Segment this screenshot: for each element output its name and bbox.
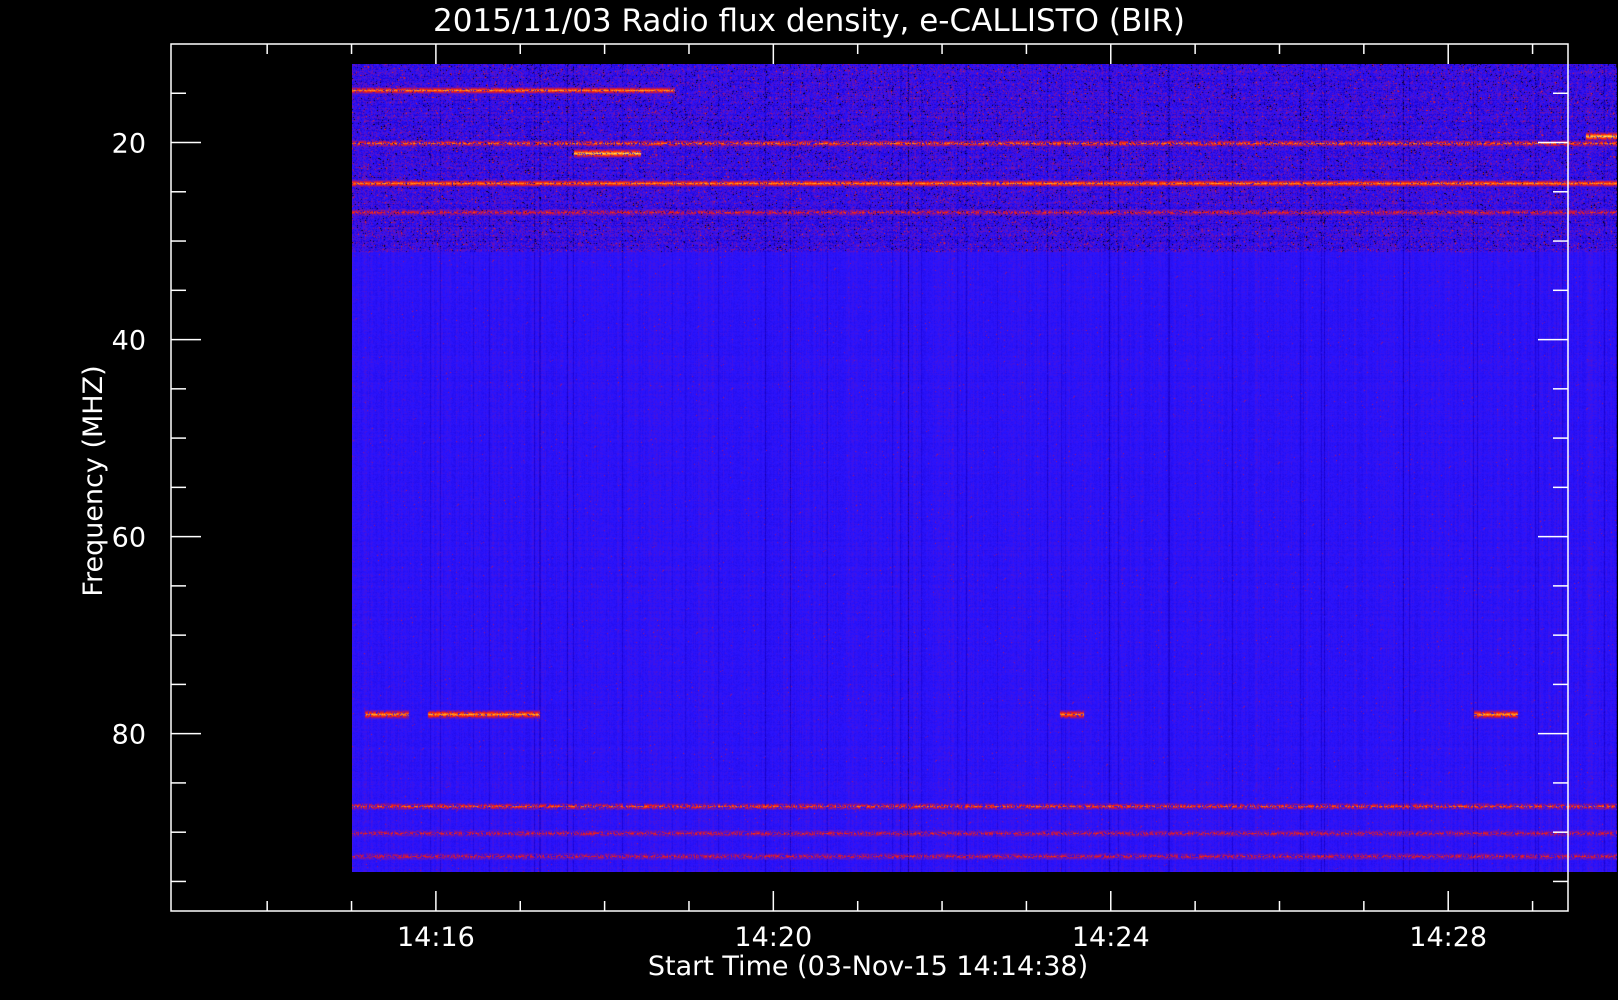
plot-area [170,43,1617,912]
chart-title: 2015/11/03 Radio flux density, e-CALLIST… [433,3,1185,39]
spectrogram-image [352,64,1617,872]
y-axis-label: Frequency (MHZ) [78,365,109,596]
y-tick-label: 20 [112,129,146,160]
spectrogram-chart: 2015/11/03 Radio flux density, e-CALLIST… [78,3,1617,982]
x-axis-label: Start Time (03-Nov-15 14:14:38) [648,951,1088,982]
x-tick-label: 14:24 [1072,922,1150,953]
y-tick-label: 60 [112,523,146,554]
y-tick-label: 80 [112,720,146,751]
x-tick-label: 14:28 [1409,922,1487,953]
x-tick-label: 14:20 [734,922,812,953]
x-tick-label: 14:16 [397,922,475,953]
y-tick-label: 40 [112,326,146,357]
